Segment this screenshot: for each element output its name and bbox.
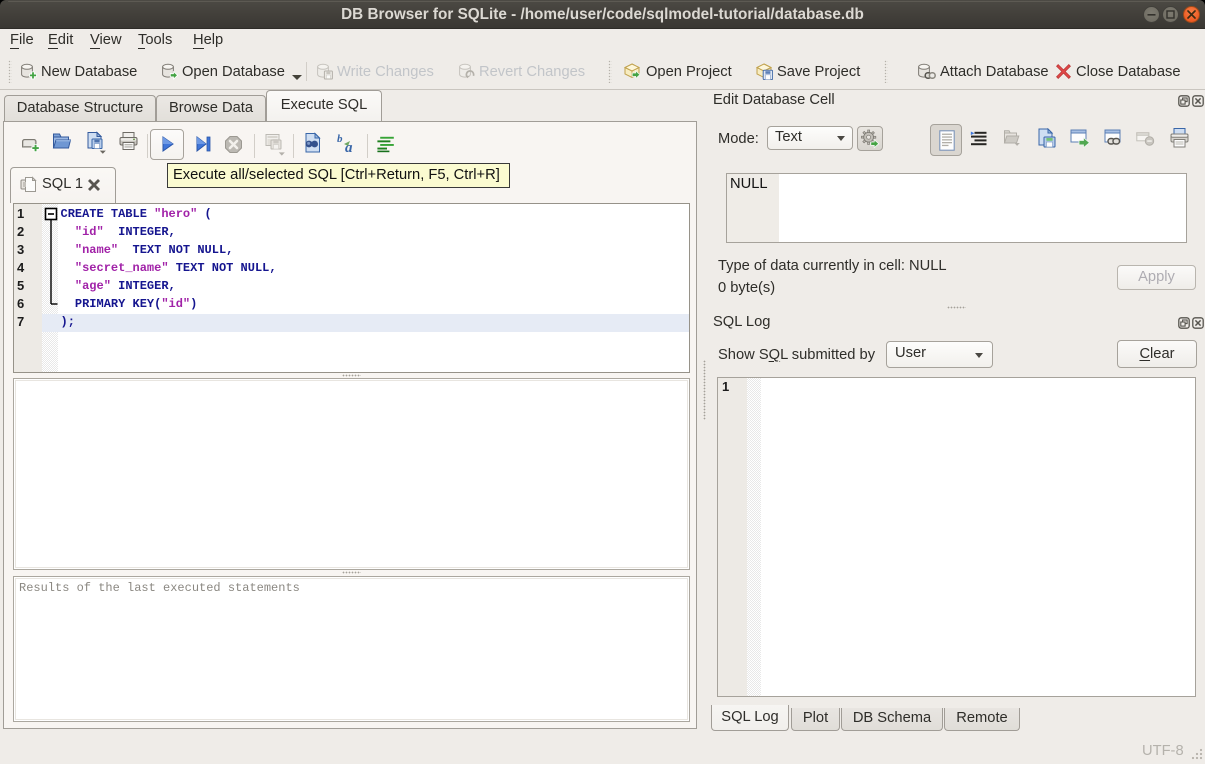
svg-text:b: b xyxy=(337,133,343,145)
